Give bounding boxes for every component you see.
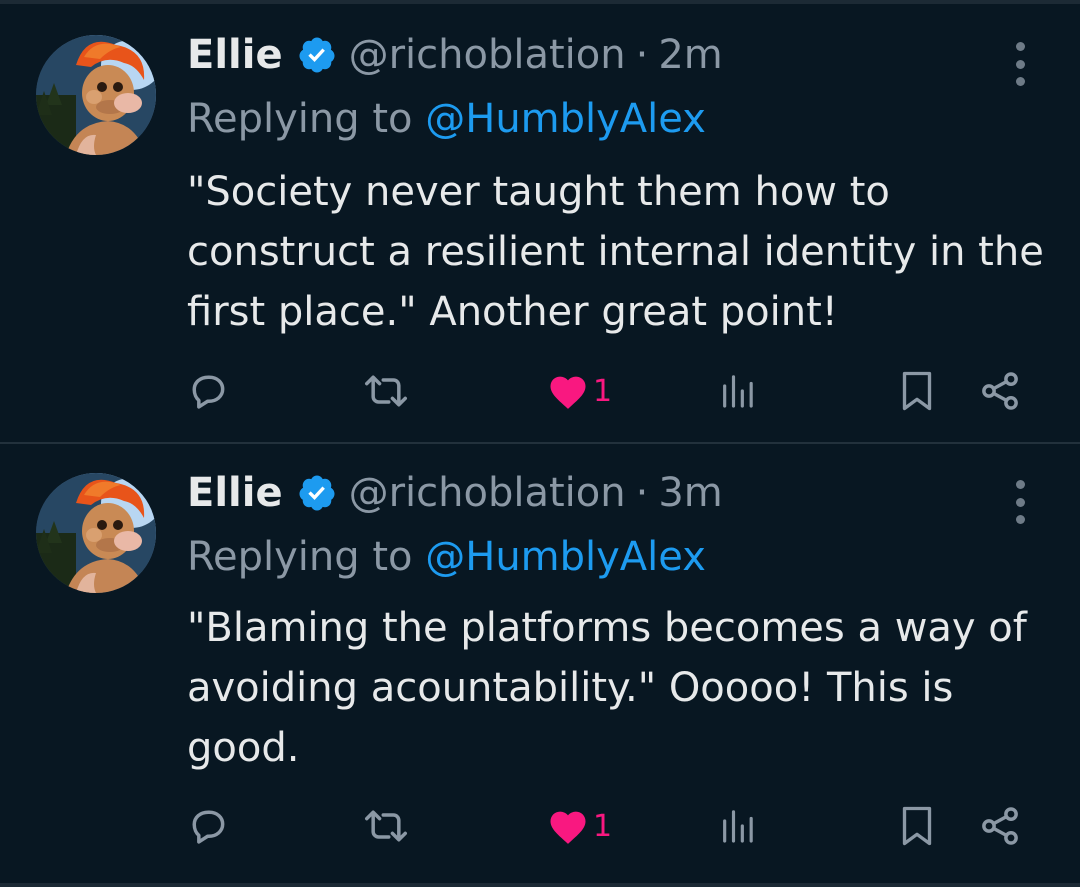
views-button[interactable]	[718, 366, 758, 416]
replying-to-label: Replying to	[187, 96, 413, 142]
verified-badge-icon	[299, 475, 335, 511]
tweet-text: "Society never taught them how to constr…	[187, 169, 1044, 335]
author-name[interactable]: Ellie	[187, 32, 283, 78]
separator-dot: ·	[635, 32, 649, 78]
views-icon	[723, 810, 753, 843]
tweet[interactable]: Ellie @richoblation · 2m Replying to @Hu…	[0, 4, 1080, 444]
reply-button[interactable]	[186, 366, 230, 416]
reply-button[interactable]	[186, 801, 230, 851]
more-options-icon[interactable]	[1008, 480, 1032, 524]
tweet-text: "Blaming the platforms becomes a way of …	[187, 605, 1027, 771]
author-line: Ellie @richoblation · 3m	[187, 468, 723, 518]
retweet-button[interactable]	[362, 366, 410, 416]
views-icon	[723, 375, 753, 408]
heart-icon	[550, 376, 586, 409]
retweet-icon	[365, 810, 407, 842]
replying-to-handle[interactable]: @HumblyAlex	[425, 534, 706, 580]
heart-icon	[550, 811, 586, 844]
retweet-button[interactable]	[362, 801, 410, 851]
author-line: Ellie @richoblation · 2m	[187, 30, 723, 80]
bookmark-button[interactable]	[897, 366, 937, 416]
replying-to-label: Replying to	[187, 534, 413, 580]
tweet[interactable]: Ellie @richoblation · 3m Replying to @Hu…	[0, 446, 1080, 883]
like-button[interactable]: 1	[547, 801, 612, 851]
reply-icon	[192, 375, 225, 409]
verified-badge-icon	[299, 37, 335, 73]
replying-to-handle[interactable]: @HumblyAlex	[425, 96, 706, 142]
bookmark-button[interactable]	[897, 801, 937, 851]
separator-dot: ·	[635, 470, 649, 516]
replying-to: Replying to @HumblyAlex	[187, 534, 706, 584]
tweet-actions: 1	[0, 366, 1080, 416]
views-button[interactable]	[718, 801, 758, 851]
bottom-divider	[0, 883, 1080, 887]
avatar[interactable]	[36, 35, 156, 155]
more-options-icon[interactable]	[1008, 42, 1032, 86]
avatar[interactable]	[36, 473, 156, 593]
share-icon	[982, 372, 1018, 410]
like-count: 1	[593, 808, 613, 844]
like-button[interactable]: 1	[547, 366, 612, 416]
bookmark-icon	[902, 806, 932, 846]
replying-to: Replying to @HumblyAlex	[187, 96, 706, 146]
share-icon	[982, 807, 1018, 845]
author-handle[interactable]: @richoblation	[349, 470, 626, 516]
retweet-icon	[365, 375, 407, 407]
author-handle[interactable]: @richoblation	[349, 32, 626, 78]
share-button[interactable]	[978, 801, 1022, 851]
timestamp[interactable]: 2m	[658, 32, 722, 78]
like-count: 1	[593, 373, 613, 409]
share-button[interactable]	[978, 366, 1022, 416]
bookmark-icon	[902, 371, 932, 411]
tweet-actions: 1	[0, 801, 1080, 851]
reply-icon	[192, 810, 225, 844]
author-name[interactable]: Ellie	[187, 470, 283, 516]
timestamp[interactable]: 3m	[658, 470, 722, 516]
